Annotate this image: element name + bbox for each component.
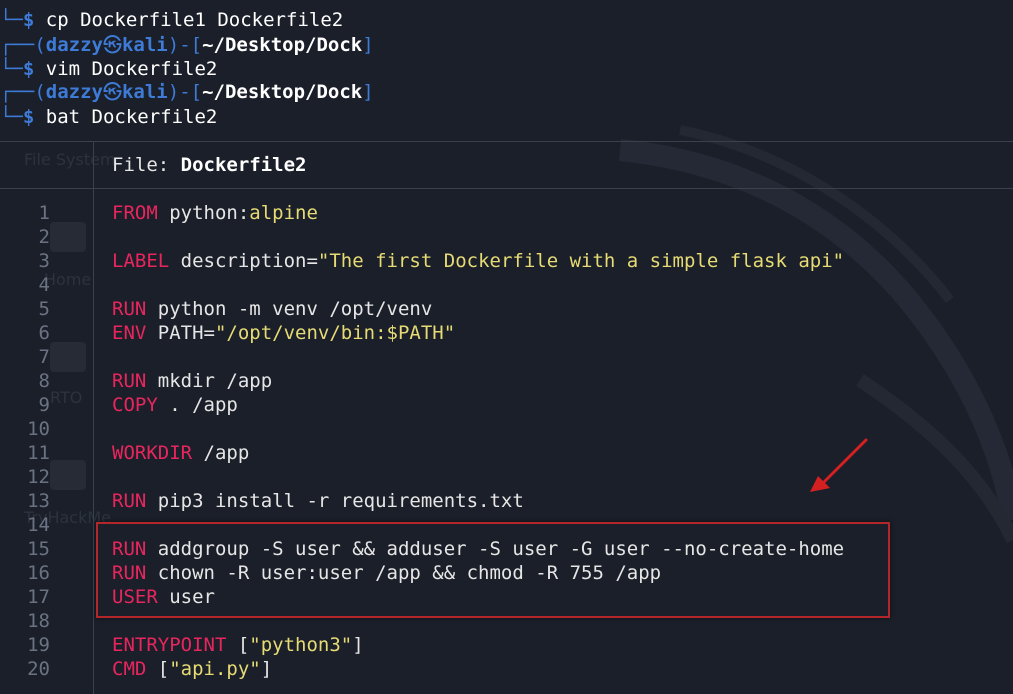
bat-header-separator xyxy=(0,188,1013,189)
dockerfile-keyword: LABEL xyxy=(112,250,170,272)
prompt-tree-branch: └─ xyxy=(0,9,23,31)
code-line: ENTRYPOINT ["python3"] xyxy=(112,633,364,657)
file-name: Dockerfile2 xyxy=(180,154,307,176)
line-number: 8 xyxy=(38,370,50,392)
code-line: LABEL description="The first Dockerfile … xyxy=(112,249,844,273)
code-text: [ xyxy=(226,634,250,656)
line-number: 20 xyxy=(27,658,50,680)
code-text: python: xyxy=(157,202,250,224)
code-text: . /app xyxy=(157,394,238,416)
prompt-tree-branch: └─ xyxy=(0,58,23,80)
code-line: WORKDIR /app xyxy=(112,441,249,465)
kali-symbol-icon: ㉿ xyxy=(102,81,122,103)
code-line: FROM python:alpine xyxy=(112,201,318,225)
prompt-host: kali xyxy=(121,34,168,56)
code-text: pip3 install -r requirements.txt xyxy=(146,490,524,512)
bat-file-header: File: Dockerfile2 xyxy=(112,152,306,178)
prompt-dollar: $ xyxy=(22,9,46,31)
prompt-host: kali xyxy=(121,81,168,103)
string-literal: "python3" xyxy=(249,634,353,656)
prompt-tree-mid: )-[ xyxy=(167,81,203,103)
line-number: 2 xyxy=(38,226,50,248)
dockerfile-keyword: FROM xyxy=(112,202,158,224)
bat-top-separator xyxy=(0,141,1013,142)
prompt-tree-open: ┌──( xyxy=(0,81,46,103)
line-number: 1 xyxy=(38,202,50,224)
code-line: RUN python -m venv /opt/venv xyxy=(112,297,432,321)
line-number: 13 xyxy=(27,490,50,512)
prompt-tree-close: ] xyxy=(362,34,374,56)
string-literal: "/opt/venv/bin:$PATH" xyxy=(214,322,456,344)
bat-gutter-separator xyxy=(93,141,94,694)
code-line: ENV PATH="/opt/venv/bin:$PATH" xyxy=(112,321,455,345)
string-literal: alpine xyxy=(249,202,318,224)
line-number: 7 xyxy=(38,346,50,368)
prompt-dollar: $ xyxy=(22,58,46,80)
line-number: 3 xyxy=(38,250,50,272)
line-number: 16 xyxy=(27,562,50,584)
line-number: 11 xyxy=(27,442,50,464)
line-number: 9 xyxy=(38,394,50,416)
dockerfile-keyword: ENV xyxy=(112,322,147,344)
prompt-user: dazzy xyxy=(45,34,103,56)
code-line: CMD ["api.py"] xyxy=(112,657,272,681)
prompt-dollar: $ xyxy=(22,106,46,128)
prompt-tree-close: ] xyxy=(362,81,374,103)
dockerfile-keyword: RUN xyxy=(112,298,147,320)
code-text: python -m venv /opt/venv xyxy=(146,298,433,320)
line-number: 17 xyxy=(27,586,50,608)
prompt-header-line: ┌──(dazzy㉿kali)-[~/Desktop/Dock] xyxy=(0,80,374,104)
prompt-command: cp Dockerfile1 Dockerfile2 xyxy=(45,9,344,31)
dockerfile-keyword: WORKDIR xyxy=(112,442,193,464)
prompt-tree-mid: )-[ xyxy=(167,34,203,56)
code-line: RUN pip3 install -r requirements.txt xyxy=(112,489,524,513)
prompt-command-line: └─$ bat Dockerfile2 xyxy=(0,105,217,129)
line-number: 18 xyxy=(27,610,50,632)
prompt-command-line: └─$ cp Dockerfile1 Dockerfile2 xyxy=(0,8,343,32)
prompt-command: bat Dockerfile2 xyxy=(45,106,218,128)
code-text: ] xyxy=(352,634,364,656)
line-number: 15 xyxy=(27,538,50,560)
line-number: 5 xyxy=(38,298,50,320)
line-number: 14 xyxy=(27,514,50,536)
highlight-box xyxy=(96,522,890,618)
prompt-user: dazzy xyxy=(45,81,103,103)
line-number: 4 xyxy=(38,274,50,296)
line-number: 12 xyxy=(27,466,50,488)
code-text: PATH= xyxy=(146,322,215,344)
prompt-command: vim Dockerfile2 xyxy=(45,58,218,80)
string-literal: "The first Dockerfile with a simple flas… xyxy=(317,250,845,272)
line-number: 19 xyxy=(27,634,50,656)
code-text: description= xyxy=(169,250,318,272)
string-literal: "api.py" xyxy=(169,658,261,680)
dockerfile-keyword: RUN xyxy=(112,370,147,392)
prompt-header-line: ┌──(dazzy㉿kali)-[~/Desktop/Dock] xyxy=(0,33,374,57)
dockerfile-keyword: RUN xyxy=(112,490,147,512)
red-arrow-annotation xyxy=(810,438,868,492)
code-text: [ xyxy=(146,658,170,680)
dockerfile-keyword: ENTRYPOINT xyxy=(112,634,227,656)
line-number: 6 xyxy=(38,322,50,344)
prompt-path: ~/Desktop/Dock xyxy=(202,34,363,56)
code-text: mkdir /app xyxy=(146,370,273,392)
dockerfile-keyword: CMD xyxy=(112,658,147,680)
dockerfile-keyword: COPY xyxy=(112,394,158,416)
line-number: 10 xyxy=(27,418,50,440)
code-line: COPY . /app xyxy=(112,393,238,417)
prompt-path: ~/Desktop/Dock xyxy=(202,81,363,103)
file-label: File: xyxy=(112,154,181,176)
kali-symbol-icon: ㉿ xyxy=(102,34,122,56)
prompt-tree-open: ┌──( xyxy=(0,34,46,56)
code-text: ] xyxy=(260,658,273,680)
code-text: /app xyxy=(192,442,250,464)
code-line: RUN mkdir /app xyxy=(112,369,272,393)
prompt-tree-branch: └─ xyxy=(0,106,23,128)
prompt-command-line: └─$ vim Dockerfile2 xyxy=(0,57,217,81)
